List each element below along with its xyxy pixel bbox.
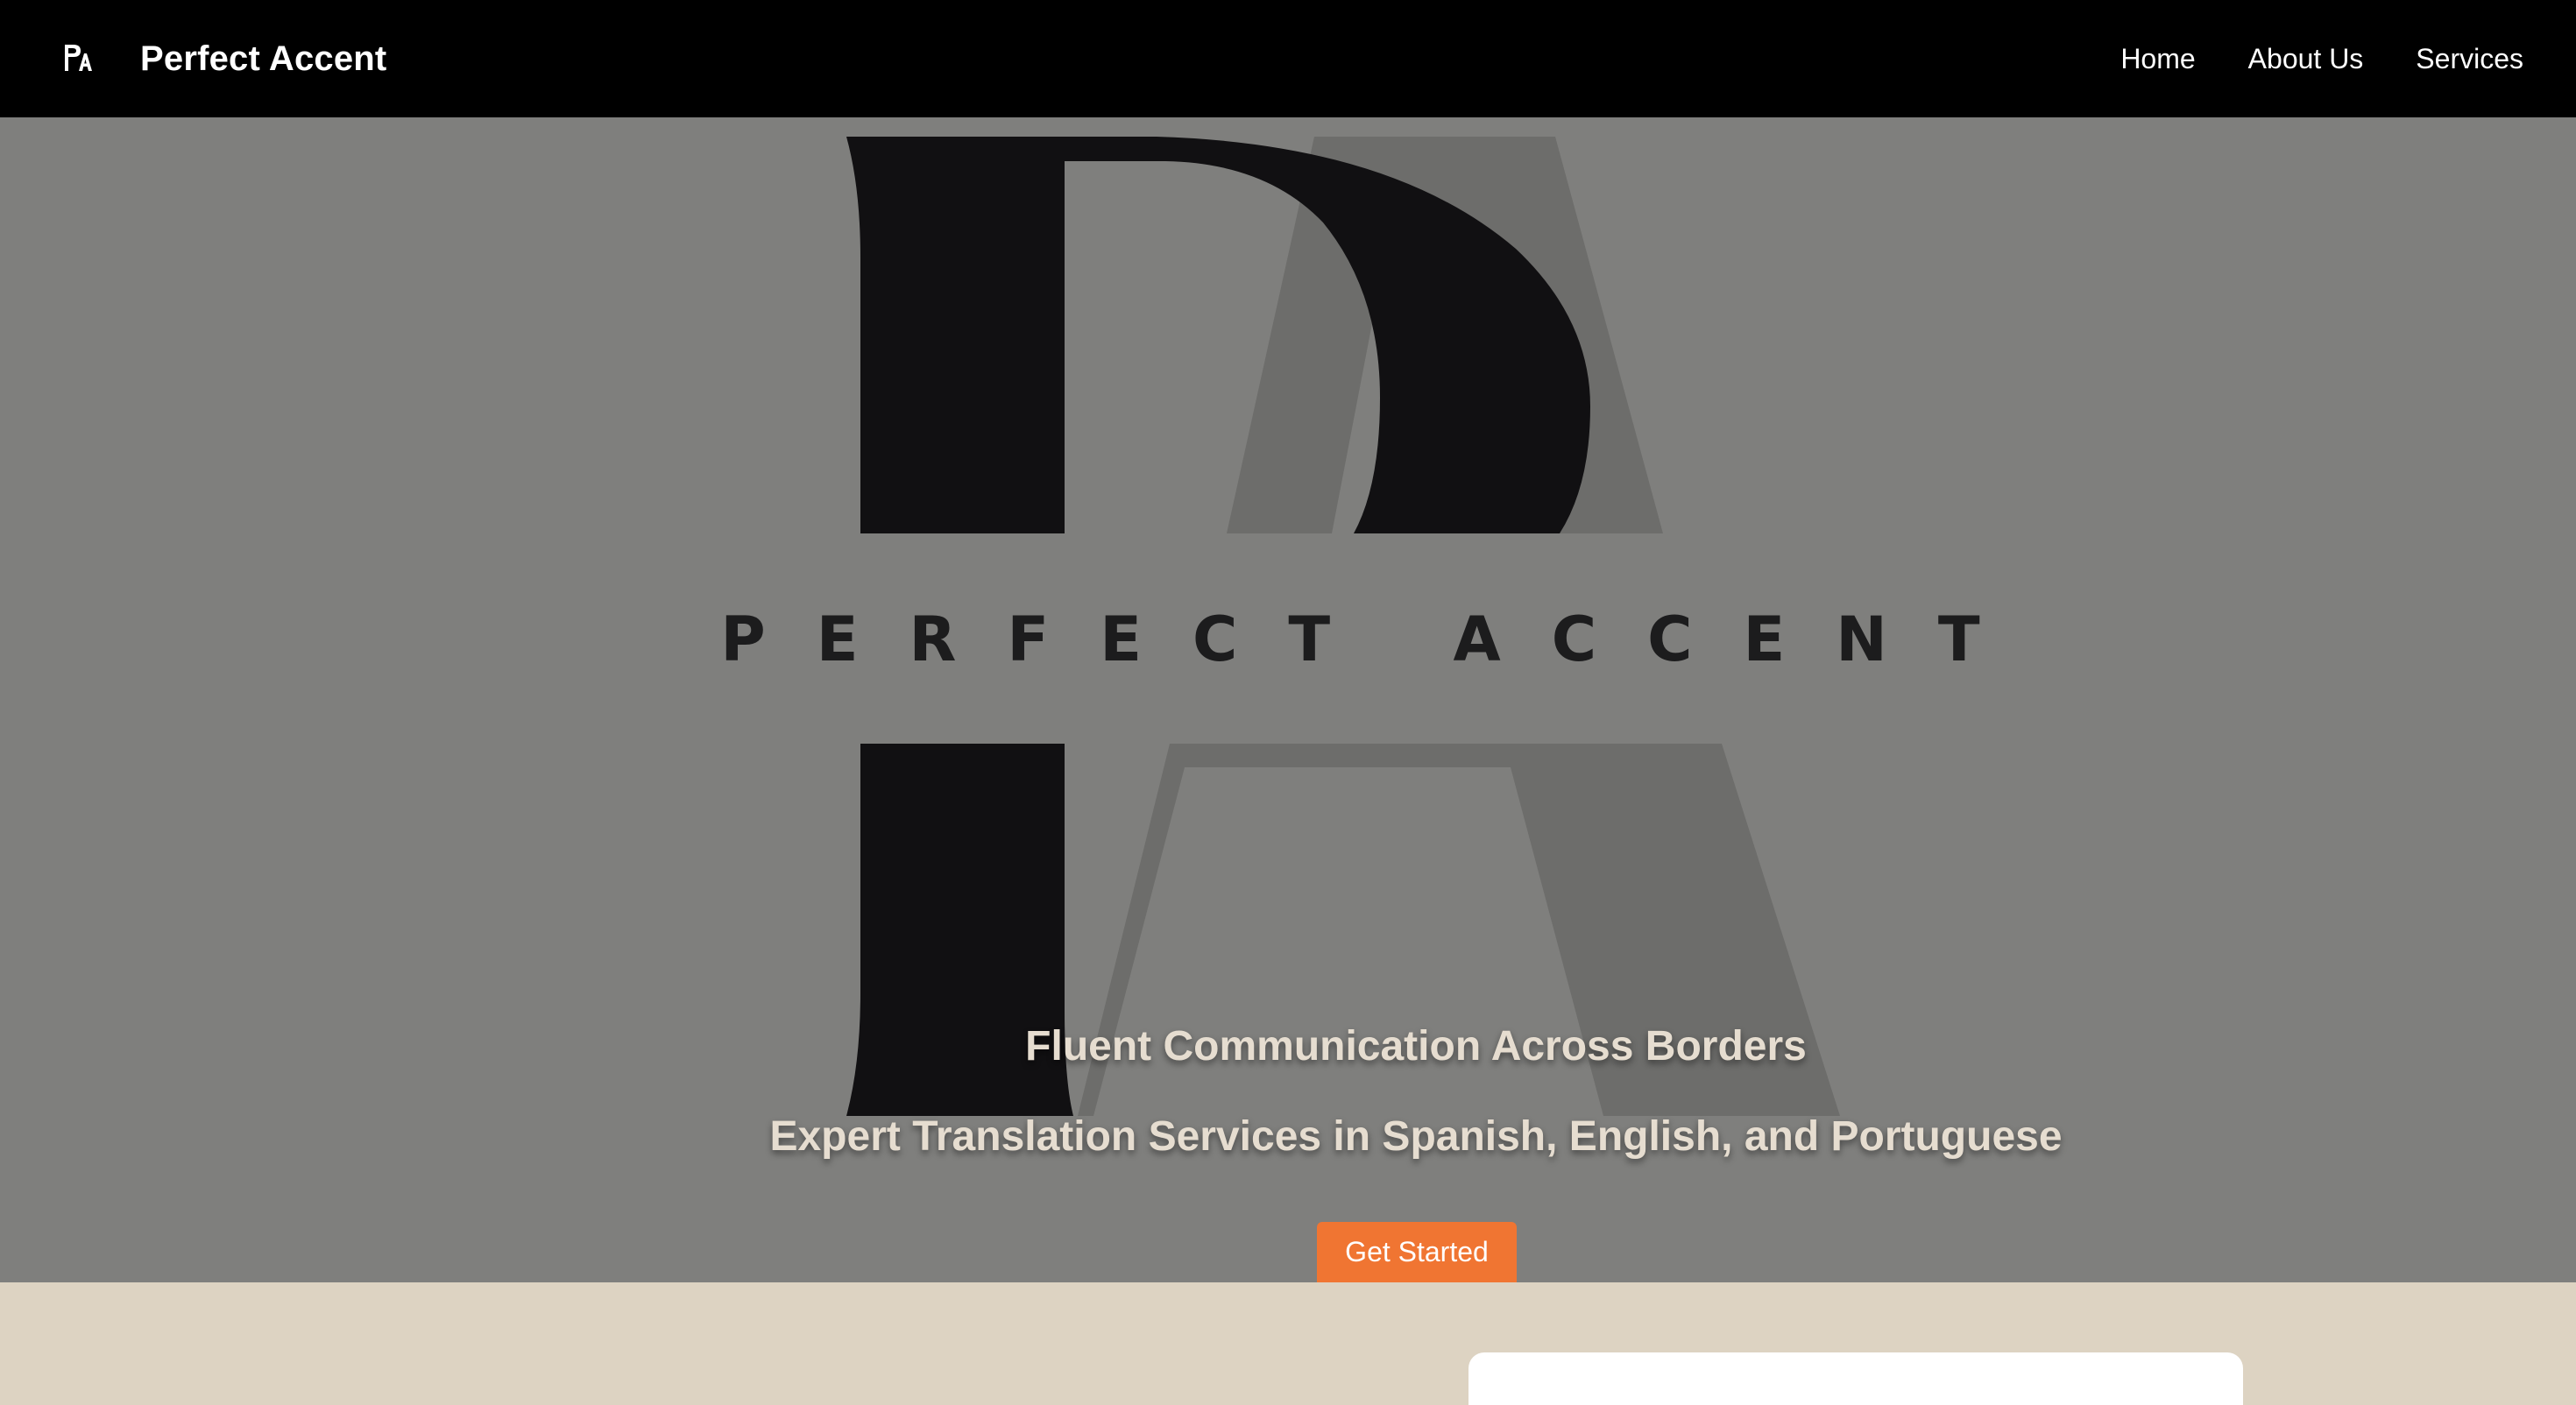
brand[interactable]: Perfect Accent [60,39,386,79]
content-card [1468,1352,2243,1405]
brand-title: Perfect Accent [140,39,387,78]
top-navbar: Perfect Accent Home About Us Services [0,0,2576,117]
pa-monogram-icon [65,45,92,71]
nav-link-about-us[interactable]: About Us [2248,43,2364,75]
hero-subheadline: Expert Translation Services in Spanish, … [769,1113,2063,1160]
nav-links: Home About Us Services [2120,43,2523,75]
nav-link-home[interactable]: Home [2120,43,2195,75]
hero-section: PERFECT ACCENT Fluent Communication Acro… [0,117,2576,1282]
lower-section [0,1282,2576,1405]
get-started-button[interactable]: Get Started [1317,1222,1517,1282]
hero-headline: Fluent Communication Across Borders [1025,1023,1807,1070]
nav-link-services[interactable]: Services [2416,43,2523,75]
hero-wordmark: PERFECT ACCENT [720,604,2031,675]
hero-logo-art [846,137,1840,1116]
